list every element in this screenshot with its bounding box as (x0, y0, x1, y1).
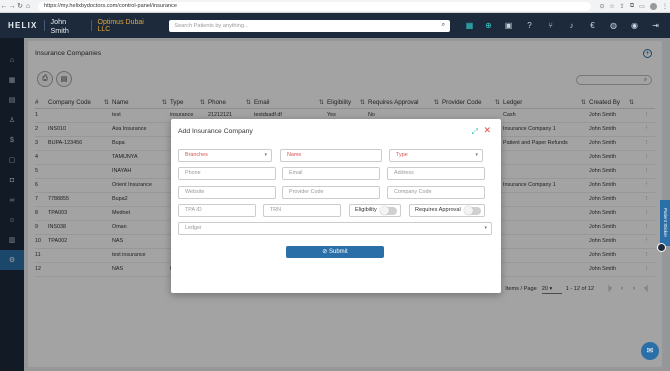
chevron-down-icon: ▾ (264, 152, 267, 158)
sticker-toggle-icon[interactable] (657, 243, 666, 252)
close-icon[interactable]: ✕ (483, 125, 491, 136)
divider (43, 20, 45, 31)
globe-icon[interactable]: ◍ (603, 21, 624, 30)
lock-icon: ⌂ (25, 2, 31, 10)
currency-icon[interactable]: € (582, 21, 603, 30)
chat-icon[interactable]: ✉ (641, 342, 659, 360)
check-circle-icon: ⊘ (322, 249, 328, 255)
calendar-icon[interactable]: ▣ (498, 21, 519, 30)
profile-avatar[interactable] (650, 2, 657, 10)
logout-icon[interactable]: ⇥ (645, 21, 666, 30)
patient-search-input[interactable]: Search Patients by anything... ⌕ (169, 19, 451, 32)
browser-toolbar: ← → ↻ ⌂ https://my.helixbydoctors.com/co… (0, 0, 670, 13)
provider-code-input[interactable]: Provider Code (282, 186, 380, 199)
eligibility-toggle-field: Eligibility (349, 204, 401, 217)
tpa-id-input[interactable]: TPA ID (178, 204, 256, 217)
modal-title: Add Insurance Company (178, 128, 253, 135)
address-input[interactable]: Address (387, 167, 485, 180)
qr-icon[interactable]: ▦ (460, 21, 479, 30)
bell-icon[interactable]: ♪ (561, 21, 582, 30)
header-quick-actions: ▦ ⊕ (460, 21, 498, 30)
branch-icon[interactable]: ⑂ (540, 21, 561, 30)
requires-approval-toggle[interactable] (464, 206, 481, 215)
divider (90, 20, 92, 31)
phone-input[interactable]: Phone (178, 167, 276, 180)
search-icon[interactable]: ⌕ (442, 22, 445, 29)
chevron-down-icon: ▾ (475, 152, 478, 158)
ledger-select[interactable]: Ledger ▾ (178, 222, 492, 235)
company-name[interactable]: Optimus Dubai LLC (98, 19, 156, 33)
help-icon[interactable]: ? (519, 21, 540, 30)
requires-approval-toggle-field: Requires Approval (409, 204, 485, 217)
puzzle-icon[interactable]: ⧉ (627, 3, 637, 10)
forward-icon[interactable]: → (8, 3, 16, 10)
search-placeholder: Search Patients by anything... (174, 22, 249, 29)
submit-button[interactable]: ⊘ Submit (286, 246, 384, 258)
company-code-input[interactable]: Company Code (387, 186, 485, 199)
add-insurance-modal: Add Insurance Company ⤢ ✕ Branches ▾ Name… (171, 119, 501, 293)
sidepanel-icon[interactable]: ▭ (637, 3, 647, 10)
expand-icon[interactable]: ⤢ (472, 127, 478, 137)
share-icon[interactable]: ⇪ (617, 3, 627, 10)
person-add-icon[interactable]: ⊕ (479, 21, 498, 30)
back-icon[interactable]: ← (0, 3, 8, 10)
extension-icon[interactable]: ⊙ (597, 3, 607, 10)
app-logo: HELIX (8, 21, 38, 30)
user-icon[interactable]: ◉ (624, 21, 645, 30)
email-input[interactable]: Email (282, 167, 380, 180)
chevron-down-icon: ▾ (484, 225, 487, 231)
trn-input[interactable]: TRN (263, 204, 341, 217)
type-select[interactable]: Type ▾ (389, 149, 483, 162)
branches-select[interactable]: Branches ▾ (178, 149, 272, 162)
website-input[interactable]: Website (178, 186, 276, 199)
reload-icon[interactable]: ↻ (16, 2, 24, 10)
bookmark-icon[interactable]: ☆ (607, 3, 617, 10)
header-toolbar: ▣ ? ⑂ ♪ € ◍ ◉ ⇥ (498, 21, 666, 30)
patient-sticker-tab[interactable]: Patient Sticker (660, 200, 670, 246)
user-name[interactable]: John Smith (51, 17, 85, 35)
menu-icon[interactable]: ⋮ (660, 3, 670, 10)
app-header: HELIX John Smith Optimus Dubai LLC Searc… (0, 13, 670, 38)
name-input[interactable]: Name (280, 149, 382, 162)
address-bar[interactable]: https://my.helixbydoctors.com/control-pa… (38, 1, 591, 11)
eligibility-toggle[interactable] (380, 206, 397, 215)
